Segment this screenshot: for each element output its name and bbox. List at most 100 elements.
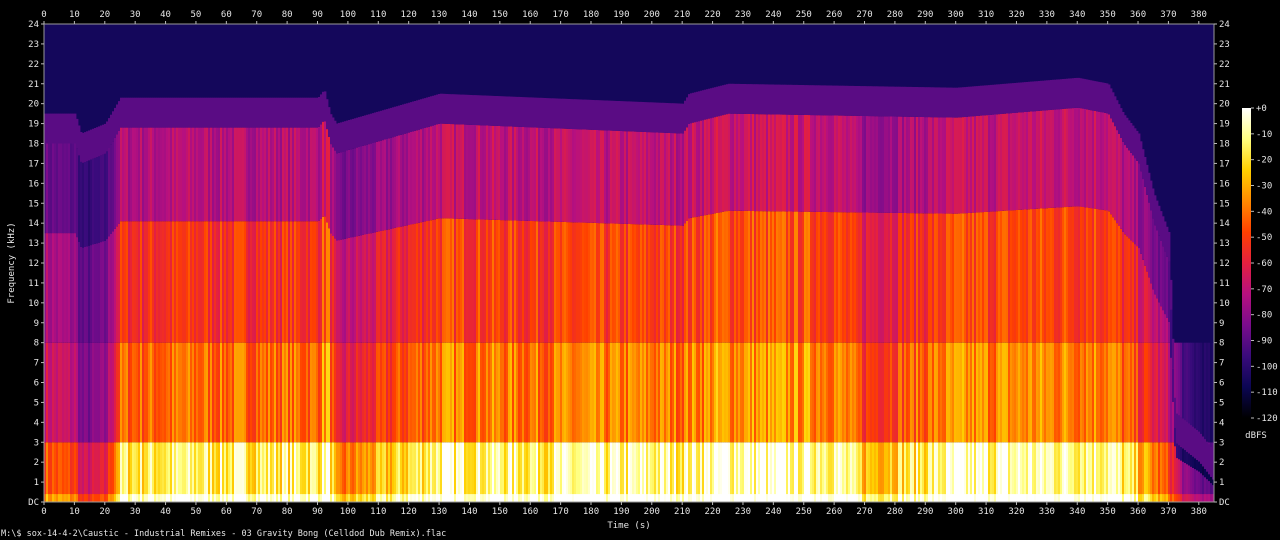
- x-tick-label-top: 330: [1039, 10, 1055, 20]
- x-tick-label-bottom: 50: [191, 507, 202, 517]
- y-tick-label-left: 1: [34, 478, 39, 488]
- x-tick-label-top: 250: [796, 10, 812, 20]
- command-line-footer: M:\$ sox-14-4-2\Caustic - Industrial Rem…: [1, 529, 447, 539]
- x-tick-label-top: 170: [552, 10, 568, 20]
- x-tick-label-bottom: 200: [644, 507, 660, 517]
- spectrogram-heatmap: [44, 77, 1215, 502]
- y-tick-label-right: 20: [1219, 100, 1230, 110]
- y-tick-label-left: 7: [34, 359, 39, 369]
- x-tick-label-bottom: 230: [735, 507, 751, 517]
- x-axis-label: Time (s): [607, 521, 650, 531]
- y-tick-label-right: 18: [1219, 140, 1230, 150]
- colorbar-tick-label: -90: [1256, 337, 1272, 347]
- y-tick-label-left: 17: [28, 159, 39, 169]
- y-tick-label-left: 2: [34, 458, 39, 468]
- x-tick-label-top: 270: [856, 10, 872, 20]
- x-tick-label-bottom: 40: [160, 507, 171, 517]
- colorbar-label: dBFS: [1245, 431, 1267, 441]
- y-tick-label-right: 12: [1219, 259, 1230, 269]
- x-tick-label-bottom: 160: [522, 507, 538, 517]
- colorbar-tick-label: -60: [1256, 259, 1272, 269]
- x-tick-label-top: 230: [735, 10, 751, 20]
- x-tick-label-top: 350: [1100, 10, 1116, 20]
- y-tick-label-right: 19: [1219, 120, 1230, 130]
- x-tick-label-top: 150: [492, 10, 508, 20]
- x-tick-label-top: 80: [282, 10, 293, 20]
- y-tick-label-right: 15: [1219, 199, 1230, 209]
- x-tick-label-top: 280: [887, 10, 903, 20]
- spectrogram-chart: 0 10 20 30 40 50 60 70 80 90 100 110 120 130 140 150 160…: [7, 10, 1278, 531]
- x-tick-label-bottom: 10: [69, 507, 80, 517]
- x-tick-label-top: 130: [431, 10, 447, 20]
- y-tick-label-left: 15: [28, 199, 39, 209]
- y-tick-label-left: 10: [28, 299, 39, 309]
- x-tick-label-top: 240: [765, 10, 781, 20]
- y-tick-label-right: 21: [1219, 80, 1230, 90]
- y-tick-label-left: 13: [28, 239, 39, 249]
- x-tick-label-top: 110: [370, 10, 386, 20]
- x-tick-label-bottom: 30: [130, 507, 141, 517]
- y-tick-label-right: 2: [1219, 458, 1224, 468]
- x-tick-label-bottom: 320: [1008, 507, 1024, 517]
- x-tick-label-top: 360: [1130, 10, 1146, 20]
- y-tick-label-right: 13: [1219, 239, 1230, 249]
- x-tick-label-bottom: 100: [340, 507, 356, 517]
- y-tick-label-left: 16: [28, 179, 39, 189]
- x-tick-label-bottom: 280: [887, 507, 903, 517]
- x-tick-label-bottom: 380: [1191, 507, 1207, 517]
- x-tick-label-bottom: 330: [1039, 507, 1055, 517]
- y-tick-label-right: 11: [1219, 279, 1230, 289]
- y-tick-label-right: DC: [1219, 498, 1230, 508]
- x-tick-label-top: 10: [69, 10, 80, 20]
- x-tick-label-bottom: 290: [917, 507, 933, 517]
- y-tick-label-right: 8: [1219, 339, 1224, 349]
- y-tick-label-right: 9: [1219, 319, 1224, 329]
- y-tick-label-right: 24: [1219, 20, 1230, 30]
- y-tick-label-right: 6: [1219, 379, 1224, 389]
- x-tick-label-bottom: 370: [1160, 507, 1176, 517]
- colorbar: [1242, 108, 1251, 418]
- colorbar-tick-label: -30: [1256, 182, 1272, 192]
- colorbar-tick-label: -10: [1256, 130, 1272, 140]
- x-tick-label-top: 300: [948, 10, 964, 20]
- colorbar-ticks: +0 -10 -20 -30 -40 -50 -60 -70 -80 -90 -100 -110 -12…: [1251, 104, 1278, 424]
- x-tick-label-bottom: 80: [282, 507, 293, 517]
- x-tick-label-bottom: 270: [856, 507, 872, 517]
- x-tick-label-top: 40: [160, 10, 171, 20]
- x-tick-label-top: 210: [674, 10, 690, 20]
- colorbar-tick-label: -70: [1256, 285, 1272, 295]
- x-axis-top: 0 10 20 30 40 50 60 70 80 90 100 110 120 130 140 150 160…: [41, 10, 1207, 24]
- x-tick-label-bottom: 90: [312, 507, 323, 517]
- y-tick-label-left: 11: [28, 279, 39, 289]
- x-tick-label-bottom: 110: [370, 507, 386, 517]
- y-tick-label-left: 19: [28, 120, 39, 130]
- x-tick-label-top: 220: [704, 10, 720, 20]
- x-tick-label-top: 260: [826, 10, 842, 20]
- x-tick-label-bottom: 260: [826, 507, 842, 517]
- x-tick-label-bottom: 250: [796, 507, 812, 517]
- x-tick-label-top: 370: [1160, 10, 1176, 20]
- x-tick-label-bottom: 0: [41, 507, 46, 517]
- y-tick-label-left: 6: [34, 379, 39, 389]
- x-tick-label-bottom: 60: [221, 507, 232, 517]
- y-tick-label-left: 4: [34, 418, 39, 428]
- x-tick-label-top: 380: [1191, 10, 1207, 20]
- y-tick-label-left: 20: [28, 100, 39, 110]
- x-tick-label-top: 160: [522, 10, 538, 20]
- colorbar-tick-label: -20: [1256, 156, 1272, 166]
- y-axis-left: DC12345678910111213141516171819202122232…: [28, 20, 44, 508]
- x-tick-label-bottom: 300: [948, 507, 964, 517]
- x-tick-label-bottom: 310: [978, 507, 994, 517]
- x-tick-label-bottom: 140: [461, 507, 477, 517]
- x-tick-label-bottom: 210: [674, 507, 690, 517]
- colorbar-tick-label: -80: [1256, 311, 1272, 321]
- colorbar-tick-label: +0: [1256, 104, 1267, 114]
- x-tick-label-top: 30: [130, 10, 141, 20]
- y-tick-label-left: 8: [34, 339, 39, 349]
- x-tick-label-bottom: 70: [251, 507, 262, 517]
- x-tick-label-top: 50: [191, 10, 202, 20]
- colorbar-tick-label: -50: [1256, 233, 1272, 243]
- x-tick-label-top: 180: [583, 10, 599, 20]
- x-tick-label-top: 20: [99, 10, 110, 20]
- x-tick-label-top: 200: [644, 10, 660, 20]
